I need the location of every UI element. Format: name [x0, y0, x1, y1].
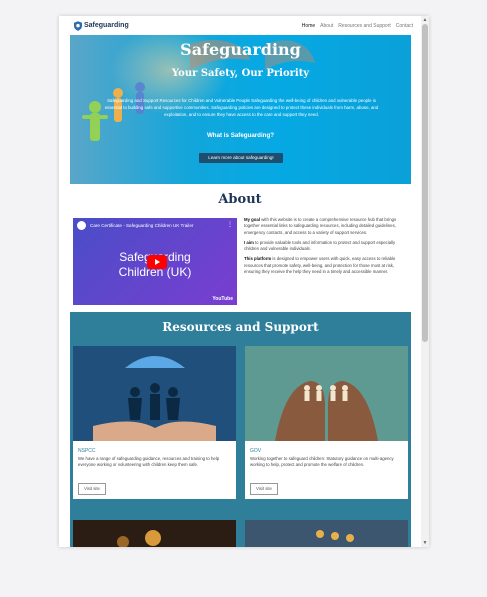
hero-subtitle: Your Safety, Our Priority — [171, 68, 310, 79]
about-heading: About — [218, 192, 262, 207]
about-paragraph-2: I aim to provide valuable tools and info… — [244, 239, 396, 252]
visit-site-button[interactable]: Visit site — [78, 483, 106, 495]
about-text: My goal with this website is to create a… — [244, 217, 408, 279]
hero-section: Safeguarding Your Safety, Our Priority S… — [70, 35, 411, 184]
hero-description: Safeguarding and Support Resources for C… — [104, 98, 379, 117]
resource-card-nspcc: NSPCC We have a range of safeguarding gu… — [73, 346, 236, 499]
nav-about[interactable]: About — [320, 23, 333, 29]
card-description: Working together to safeguard children: … — [250, 456, 394, 467]
resource-card-4-image — [245, 520, 408, 547]
resource-card-gov: GOV Working together to safeguard childr… — [245, 346, 408, 499]
play-button-icon[interactable] — [147, 255, 167, 269]
nav-contact[interactable]: Contact — [396, 23, 413, 29]
hero-question: What is Safeguarding? — [206, 132, 275, 139]
card-title: NSPCC — [78, 448, 96, 454]
more-options-icon[interactable]: ⋮ — [227, 221, 233, 228]
shield-logo-icon — [74, 20, 82, 31]
youtube-logo[interactable]: YouTube — [212, 296, 233, 302]
nav-resources[interactable]: Resources and Support — [338, 23, 391, 29]
family-umbrella-image — [73, 346, 236, 441]
video-title[interactable]: Care Certificate - Safeguarding Children… — [90, 223, 193, 228]
about-paragraph-1: My goal with this website is to create a… — [244, 217, 397, 235]
resource-card-3-image — [73, 520, 236, 547]
vertical-scrollbar[interactable]: ▲ ▼ — [421, 16, 429, 547]
learn-more-button[interactable]: Learn more about safeguarding! — [199, 153, 283, 163]
scroll-up-arrow-icon[interactable]: ▲ — [421, 16, 429, 24]
hero-title: Safeguarding — [180, 40, 301, 59]
nav-home[interactable]: Home — [302, 23, 315, 29]
hands-holding-paper-family-image — [245, 346, 408, 441]
scrollbar-thumb[interactable] — [422, 24, 428, 342]
about-paragraph-3: This platform is designed to empower use… — [244, 256, 396, 275]
brand-name: Safeguarding — [84, 22, 129, 29]
card-description: We have a range of safeguarding guidance… — [78, 456, 220, 467]
scroll-down-arrow-icon[interactable]: ▼ — [421, 539, 429, 547]
video-header: Care Certificate - Safeguarding Children… — [73, 218, 237, 232]
browser-viewport: Safeguarding Home About Resources and Su… — [59, 16, 429, 547]
resources-heading: Resources and Support — [162, 320, 319, 334]
nav-links: Home About Resources and Support Contact — [302, 23, 413, 29]
navbar: Safeguarding Home About Resources and Su… — [59, 16, 421, 35]
visit-site-button[interactable]: Visit site — [250, 483, 278, 495]
youtube-video-embed[interactable]: Care Certificate - Safeguarding Children… — [73, 218, 237, 305]
brand[interactable]: Safeguarding — [74, 20, 129, 31]
resources-section: Resources and Support NSPCC We have a ra… — [70, 312, 411, 547]
card-title: GOV — [250, 448, 262, 454]
channel-avatar[interactable] — [77, 220, 86, 230]
